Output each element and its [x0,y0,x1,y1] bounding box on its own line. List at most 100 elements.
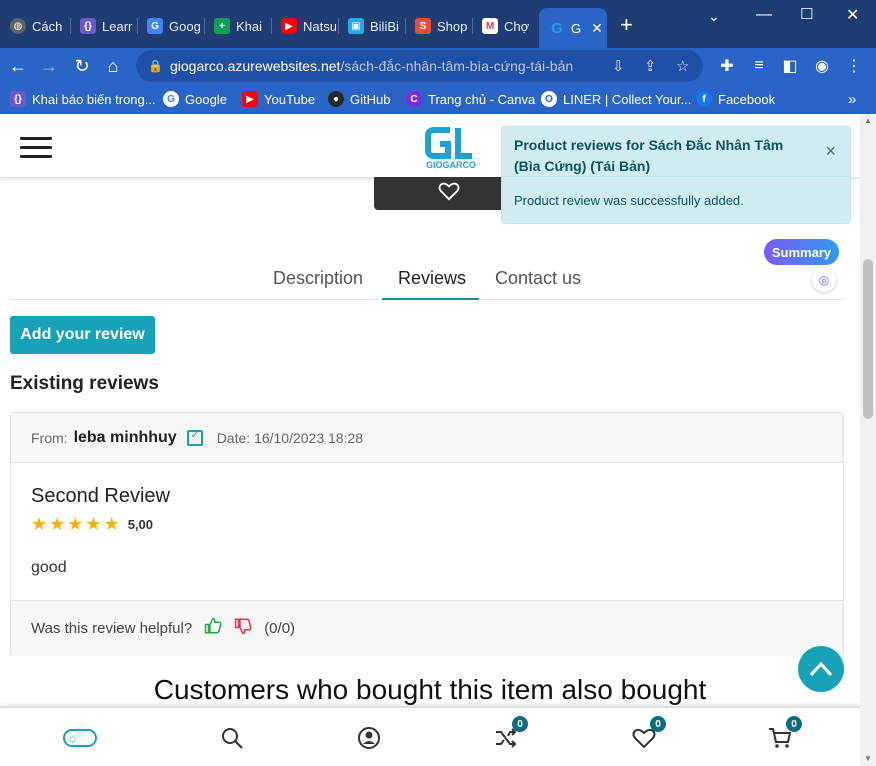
bookmark-label: YouTube [264,91,316,107]
browser-tab-active[interactable]: G G ✕ [539,8,607,48]
bookmark-item[interactable]: ● GitHub [328,91,390,107]
home-icon[interactable]: ⌂ [99,52,127,80]
browser-menu-icon[interactable]: ⋮ [840,52,868,80]
heart-icon [438,182,460,201]
bookmark-item[interactable]: ▶ YouTube [242,91,315,107]
url-path: /sách-đắc-nhân-tâm-bìa-cứng-tái-bản [340,58,574,74]
tab-label: Chợ [504,18,530,34]
star-icon: ★ [85,514,102,534]
bookmark-label: LINER | Collect Your... [563,91,692,107]
also-bought-heading: Customers who bought this item also boug… [153,674,707,705]
active-tab-indicator [382,298,479,300]
bookmark-item[interactable]: C Trang chủ - Canva [406,91,535,107]
reload-icon[interactable]: ↻ [68,52,96,80]
browser-tab[interactable]: S Shop [405,9,470,43]
bookmark-item[interactable]: G Google [163,91,227,107]
tab-label: Khai [236,18,263,34]
close-icon[interactable]: × [825,141,836,162]
from-label: From: [31,429,68,446]
scroll-up-arrow-icon[interactable]: ▲ [864,116,872,125]
tab-search-chevron-icon[interactable]: ⌄ [708,8,720,25]
helpful-label: Was this review helpful? [31,620,193,637]
review-card: From: leba minhhuy Date: 16/10/2023 18:2… [10,412,844,656]
url-field[interactable]: 🔒 giogarco.azurewebsites.net/sách-đắc-nh… [136,50,703,82]
helpful-count: (0/0) [264,620,296,637]
toast-title: Product reviews for Sách Đắc Nhân Tâm (B… [502,127,850,177]
browser-tab[interactable]: M Chợ [472,9,537,43]
close-tab-icon[interactable]: ✕ [591,20,603,37]
code-icon: {} [80,18,96,34]
google-icon: G [163,91,179,107]
profile-avatar-icon[interactable]: ◉ [808,52,836,80]
page-scrollbar[interactable]: ▲ ▼ [860,114,876,766]
canva-icon: C [406,91,422,107]
calendar-icon [186,429,203,446]
bookmark-label: GitHub [350,91,391,107]
install-app-icon[interactable]: ⇩ [612,50,625,82]
maximize-icon[interactable]: ☐ [800,5,813,23]
bookmark-label: Facebook [718,91,776,107]
hamburger-menu-icon[interactable] [20,137,52,158]
share-icon[interactable]: ⇪ [644,50,657,82]
review-helpful-bar: Was this review helpful? (0/0) [11,600,843,656]
scroll-down-arrow-icon[interactable]: ▼ [864,754,872,763]
tab-label: Shop [437,18,468,34]
tab-reviews[interactable]: Reviews [398,268,466,289]
giogarco-icon: G [551,19,563,37]
extensions-icon[interactable]: ✚ [713,52,741,80]
code-icon: {} [10,91,26,107]
account-icon[interactable] [355,724,383,752]
tab-contact-us[interactable]: Contact us [495,268,581,289]
gmail-icon: M [482,18,498,34]
compare-shuffle-icon[interactable]: 0 [492,716,528,752]
theme-toggle[interactable]: ☼ [62,724,98,752]
tab-label: Natsu [303,18,336,34]
review-success-toast: Product reviews for Sách Đắc Nhân Tâm (B… [501,126,851,224]
media-queue-icon[interactable]: ≡ [745,52,773,80]
logo-mark: GIOGARCO [425,127,476,170]
youtube-icon: ▶ [242,91,258,107]
back-to-top-button[interactable] [798,646,844,692]
browser-tab[interactable]: G Goog [137,9,202,43]
sun-icon: ☼ [63,729,97,747]
review-author[interactable]: leba minhhuy [74,429,177,447]
close-window-icon[interactable]: ✕ [846,5,859,25]
side-panel-icon[interactable]: ◧ [776,52,804,80]
url-host: giogarco.azurewebsites.net [170,58,341,74]
new-tab-button[interactable]: + [620,12,633,38]
wishlist-heart-icon[interactable]: 0 [630,716,666,752]
sheets-plus-icon: + [214,18,230,34]
bilibili-icon: ▣ [348,18,364,34]
bookmark-item[interactable]: O LINER | Collect Your... [541,91,691,107]
browser-tab[interactable]: ▶ Natsu [271,9,336,43]
browser-tab[interactable]: ▣ BiliBi [338,9,403,43]
bookmark-star-icon[interactable]: ☆ [676,50,689,82]
thumbs-up-icon[interactable] [204,617,222,640]
browser-tab[interactable]: {} Learr [70,9,135,43]
thumbs-down-icon[interactable] [234,617,252,640]
search-icon[interactable] [218,724,246,752]
star-icon: ★ [103,514,120,534]
bookmark-item[interactable]: {} Khai báo biến trong... [10,91,156,107]
cart-count-badge: 0 [786,716,802,732]
back-icon[interactable]: ← [4,52,32,80]
tab-description[interactable]: Description [273,268,363,289]
scrollbar-thumb[interactable] [863,259,873,419]
tab-label: G [571,20,582,36]
bookmarks-overflow-icon[interactable]: » [848,91,856,108]
giogarco-logo[interactable]: GIOGARCO [424,124,480,170]
minimize-icon[interactable]: — [756,6,772,24]
browser-tab[interactable]: + Khai [204,9,269,43]
lock-icon: 🔒 [148,59,163,73]
cart-icon[interactable]: 0 [766,716,802,752]
compare-count-badge: 0 [512,716,528,732]
web-page: GIOGARCO Product reviews for Sách Đắc Nh… [0,114,860,766]
browser-tab[interactable]: ◍ Cách [0,9,68,43]
add-review-button[interactable]: Add your review [10,316,155,354]
bookmark-label: Trang chủ - Canva [428,91,536,107]
facebook-icon: f [696,91,712,107]
tab-label: BiliBi [370,18,399,34]
youtube-icon: ▶ [281,18,297,34]
forward-icon[interactable]: → [35,52,63,80]
bookmark-item[interactable]: f Facebook [696,91,775,107]
